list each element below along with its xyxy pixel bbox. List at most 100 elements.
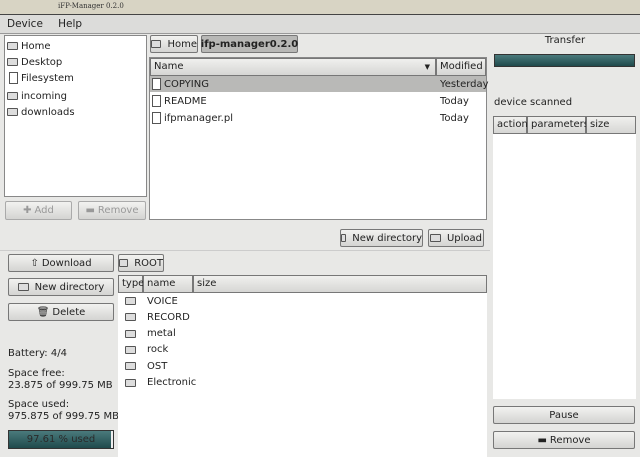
device-item-name: metal	[147, 328, 176, 340]
transfer-queue: action parameters size	[493, 116, 636, 399]
column-size[interactable]: size	[193, 275, 487, 293]
root-button[interactable]: ROOT	[118, 254, 164, 272]
file-modified: Today	[440, 95, 469, 107]
upload-button[interactable]: Upload	[428, 229, 484, 247]
column-size[interactable]: size	[586, 116, 636, 134]
delete-button[interactable]: 🗑 Delete	[8, 303, 114, 321]
file-icon	[152, 95, 161, 107]
device-row[interactable]: VOICE	[118, 293, 487, 309]
file-row[interactable]: README Today	[150, 93, 486, 109]
column-name[interactable]: Name ▼	[150, 58, 436, 76]
folder-icon	[151, 40, 162, 48]
download-arrow-icon: ⇧	[30, 257, 39, 269]
folder-icon	[125, 378, 136, 387]
device-row[interactable]: Electronic	[118, 375, 487, 391]
place-item[interactable]: Desktop	[7, 54, 62, 70]
remove-place-button[interactable]: ▬ Remove	[78, 201, 146, 220]
window-title: iFP-Manager 0.2.0	[0, 0, 640, 14]
file-modified: Yesterday	[440, 78, 489, 90]
upload-label: Upload	[446, 232, 483, 244]
column-type[interactable]: type	[118, 275, 144, 293]
device-list: type name size VOICE RECORD metal rock OST El…	[118, 275, 487, 457]
place-item[interactable]: downloads	[7, 104, 75, 120]
space-free-label: Space free:	[8, 368, 65, 379]
remove-transfer-label: Remove	[549, 434, 591, 446]
menubar: Device Help	[0, 14, 640, 34]
new-directory-label: New directory	[352, 232, 422, 244]
place-item[interactable]: Filesystem	[7, 70, 74, 86]
menu-help[interactable]: Help	[51, 15, 87, 30]
place-item[interactable]: incoming	[7, 88, 67, 104]
transfer-title: Transfer	[544, 35, 586, 46]
path-current-button[interactable]: ifp-manager0.2.0	[201, 35, 298, 53]
file-name: ifpmanager.pl	[164, 112, 233, 124]
column-parameters[interactable]: parameters	[527, 116, 589, 134]
device-item-name: RECORD	[147, 311, 190, 323]
folder-icon	[7, 58, 18, 66]
folder-icon	[125, 313, 136, 322]
root-label: ROOT	[134, 257, 163, 269]
minus-icon: ▬	[537, 434, 547, 446]
sort-down-icon: ▼	[424, 63, 430, 71]
file-icon	[152, 78, 161, 90]
folder-icon	[125, 362, 136, 371]
folder-icon	[341, 234, 347, 242]
pane-divider[interactable]	[0, 250, 490, 251]
device-row[interactable]: metal	[118, 326, 487, 342]
path-current-label: ifp-manager0.2.0	[200, 38, 299, 50]
space-used-label: Space used:	[8, 399, 70, 410]
transfer-progress-fill	[495, 55, 634, 66]
folder-icon	[7, 92, 18, 100]
folder-icon	[17, 283, 29, 291]
folder-icon	[125, 345, 136, 354]
place-item[interactable]: Home	[7, 38, 51, 54]
column-action[interactable]: action	[493, 116, 528, 134]
transfer-status: device scanned	[494, 97, 573, 108]
device-item-name: Electronic	[147, 377, 197, 388]
folder-icon	[7, 108, 18, 116]
new-directory-device-button[interactable]: New directory	[8, 278, 114, 296]
menu-device[interactable]: Device	[0, 15, 48, 30]
file-name: COPYING	[164, 78, 209, 90]
add-place-button[interactable]: ✚ Add	[5, 201, 72, 220]
column-modified[interactable]: Modified	[436, 58, 486, 76]
new-directory-local-button[interactable]: New directory	[340, 229, 423, 247]
transfer-progress	[494, 54, 635, 67]
remove-transfer-button[interactable]: ▬ Remove	[493, 431, 635, 449]
trash-icon: 🗑	[36, 306, 50, 318]
device-row[interactable]: OST	[118, 358, 487, 374]
pause-label: Pause	[549, 409, 579, 421]
path-home-button[interactable]: Home	[150, 35, 198, 53]
file-icon	[152, 112, 161, 124]
drive-icon	[9, 72, 18, 84]
minus-icon: ▬	[85, 205, 95, 216]
delete-label: Delete	[52, 306, 86, 318]
folder-icon	[125, 329, 136, 338]
file-row[interactable]: COPYING Yesterday	[150, 76, 489, 92]
device-item-name: OST	[147, 360, 168, 372]
plus-icon: ✚	[23, 205, 32, 216]
folder-icon	[7, 42, 18, 50]
place-label: incoming	[21, 90, 67, 102]
device-item-name: rock	[147, 344, 169, 356]
folder-icon	[119, 259, 129, 267]
device-row[interactable]: RECORD	[118, 309, 487, 325]
download-button[interactable]: ⇧ Download	[8, 254, 114, 272]
file-row[interactable]: ifpmanager.pl Today	[150, 110, 486, 126]
usage-label: 97.61 % used	[26, 434, 96, 445]
column-name[interactable]: name	[143, 275, 193, 293]
file-list: Name ▼ Modified COPYING Yesterday README Tod…	[149, 57, 489, 220]
file-name: README	[164, 95, 207, 107]
folder-icon	[429, 234, 441, 242]
pause-button[interactable]: Pause	[493, 406, 635, 424]
place-label: Home	[21, 40, 51, 52]
folder-icon	[125, 297, 136, 305]
device-row[interactable]: rock	[118, 342, 487, 358]
place-label: Filesystem	[21, 72, 74, 84]
add-label: Add	[34, 205, 54, 216]
device-item-name: VOICE	[147, 295, 178, 307]
place-label: downloads	[21, 106, 75, 118]
path-home-label: Home	[167, 38, 197, 50]
space-free-value: 23.875 of 999.75 MB	[8, 380, 113, 391]
download-label: Download	[41, 257, 92, 269]
